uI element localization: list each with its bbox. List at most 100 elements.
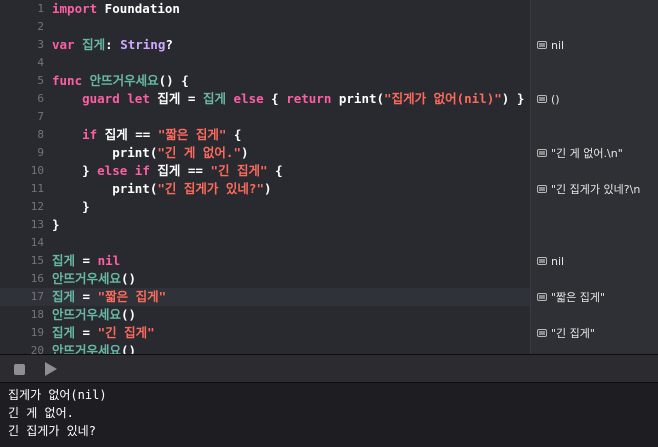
code-token: :	[105, 37, 121, 52]
console-line: 집게가 없어(nil)	[8, 388, 107, 402]
code-token: 안뜨거우세요	[52, 307, 122, 322]
code-line[interactable]: 4	[0, 54, 530, 72]
line-number: 19	[30, 326, 44, 339]
code-text: 집게 = "짧은 집게"	[52, 288, 166, 306]
code-text: if 집게 == "짧은 집게" {	[52, 126, 241, 144]
result-text: "긴 게 없어.\n"	[551, 147, 623, 160]
code-token: 집게 =	[149, 91, 203, 106]
console-output: 집게가 없어(nil) 긴 게 없어. 긴 집게가 있네?	[0, 383, 658, 447]
code-line[interactable]: 5 func 안뜨거우세요() {	[0, 72, 530, 90]
code-token: "긴 집게가 있네?"	[157, 181, 264, 196]
result-item[interactable]: "긴 집게가 있네?\n	[537, 180, 640, 198]
code-line[interactable]: 11 print("긴 집게가 있네?")	[0, 180, 530, 198]
code-line[interactable]: 12 }	[0, 198, 530, 216]
code-token: =	[75, 253, 98, 268]
code-token: 집게 ==	[149, 163, 211, 178]
code-text: 안뜨거우세요()	[52, 306, 136, 324]
code-line[interactable]: 8 if 집게 == "짧은 집게" {	[0, 126, 530, 144]
quick-look-icon[interactable]	[537, 185, 547, 193]
code-text: }	[52, 198, 90, 216]
result-item[interactable]: "짧은 집게"	[537, 288, 605, 306]
code-token: 안뜨거우세요	[52, 271, 122, 286]
line-number: 17	[30, 290, 44, 303]
result-item[interactable]: ()	[537, 90, 560, 108]
code-text: var 집게: String?	[52, 36, 173, 54]
code-token: ()	[121, 307, 137, 322]
code-line[interactable]: 2	[0, 18, 530, 36]
debug-toolbar	[0, 355, 658, 383]
code-token: if	[134, 163, 150, 178]
code-token: 집게 ==	[97, 127, 158, 142]
code-token: () {	[158, 73, 189, 88]
code-token: String	[120, 37, 166, 52]
code-line[interactable]: 16 안뜨거우세요()	[0, 270, 530, 288]
code-line[interactable]: 6 guard let 집게 = 집게 else { return print(…	[0, 90, 530, 108]
code-line[interactable]: 9 print("긴 게 없어.")	[0, 144, 530, 162]
line-number: 7	[37, 110, 44, 123]
result-item[interactable]: "긴 게 없어.\n"	[537, 144, 623, 162]
code-token: print(	[52, 145, 158, 160]
code-line[interactable]: 7	[0, 108, 530, 126]
code-token: ()	[121, 343, 137, 354]
code-line[interactable]: 15 집게 = nil	[0, 252, 530, 270]
play-icon[interactable]	[45, 362, 57, 376]
code-line[interactable]: 10 } else if 집게 == "긴 집게" {	[0, 162, 530, 180]
code-line[interactable]: 18 안뜨거우세요()	[0, 306, 530, 324]
line-number: 10	[30, 164, 44, 177]
result-item[interactable]: "긴 집게"	[537, 324, 595, 342]
code-token: 집게	[52, 253, 76, 268]
code-token: "긴 집게"	[97, 325, 155, 340]
line-number: 20	[30, 344, 44, 354]
code-line[interactable]: 13}	[0, 216, 530, 234]
code-token: 안뜨거우세요	[89, 73, 159, 88]
line-number: 14	[30, 236, 44, 249]
code-text: import Foundation	[52, 0, 180, 18]
line-number: 15	[30, 254, 44, 267]
code-token: }	[52, 217, 60, 232]
code-token: func	[52, 73, 83, 88]
line-number: 11	[30, 182, 44, 195]
result-item[interactable]: nil	[537, 36, 564, 54]
line-number: 8	[37, 128, 44, 141]
quick-look-icon[interactable]	[537, 329, 547, 337]
quick-look-icon[interactable]	[537, 95, 547, 103]
code-token: "긴 게 없어."	[157, 145, 241, 160]
result-item[interactable]: nil	[537, 252, 564, 270]
stop-icon[interactable]	[14, 364, 25, 375]
code-text: 집게 = "긴 집게"	[52, 324, 155, 342]
code-token: return	[286, 91, 332, 106]
code-token: ) }	[501, 91, 525, 106]
quick-look-icon[interactable]	[537, 41, 547, 49]
code-text: guard let 집게 = 집게 else { return print("집…	[52, 90, 524, 108]
code-line[interactable]: 3 var 집게: String?	[0, 36, 530, 54]
quick-look-icon[interactable]	[537, 149, 547, 157]
result-text: "긴 집게가 있네?\n	[551, 183, 641, 196]
quick-look-icon[interactable]	[537, 293, 547, 301]
code-line[interactable]: 17 집게 = "짧은 집게"	[0, 288, 530, 306]
code-token: "긴 집게"	[210, 163, 268, 178]
code-token: import	[52, 1, 98, 16]
line-number: 16	[30, 272, 44, 285]
code-token: ?	[165, 37, 173, 52]
code-line[interactable]: 14	[0, 234, 530, 252]
line-number: 4	[37, 56, 44, 69]
code-line[interactable]: 19 집게 = "긴 집게"	[0, 324, 530, 342]
code-token: 집게	[52, 325, 76, 340]
code-line[interactable]: 20 안뜨거우세요()	[0, 342, 530, 354]
code-token: 집게	[52, 289, 76, 304]
code-line[interactable]: 1 import Foundation	[0, 0, 530, 18]
code-token: }	[52, 199, 90, 214]
line-number: 18	[30, 308, 44, 321]
code-token: "집게가 없어(nil)"	[384, 91, 502, 106]
line-number: 9	[37, 146, 44, 159]
result-text: "짧은 집게"	[551, 291, 606, 304]
quick-look-icon[interactable]	[537, 257, 547, 265]
line-number: 3	[37, 38, 44, 51]
result-text: "긴 집게"	[551, 327, 595, 340]
code-editor[interactable]: 1 import Foundation 2 3 var 집게: String? 4 5 fun…	[0, 0, 530, 354]
code-token: =	[75, 325, 98, 340]
